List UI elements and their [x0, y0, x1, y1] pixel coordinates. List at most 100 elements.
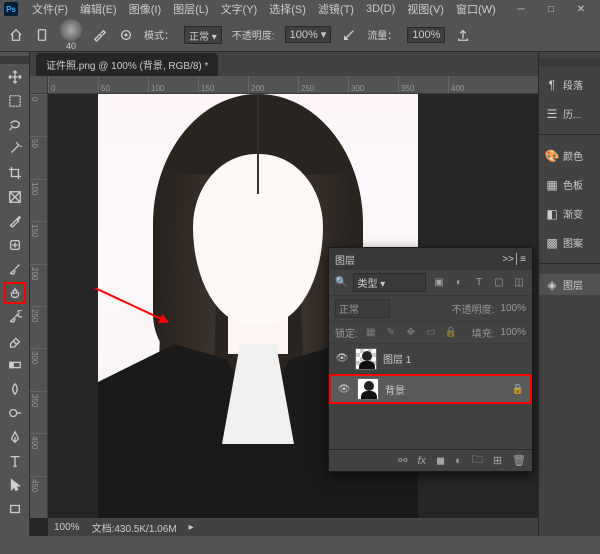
- brush-tool[interactable]: [4, 258, 26, 280]
- frame-tool[interactable]: [4, 186, 26, 208]
- panel-tab-gradients[interactable]: ◧渐变: [539, 203, 600, 224]
- right-panel-dock: ¶段落 ☰历... 🎨颜色 ▦色板 ◧渐变 ▩图案 ◈图层: [538, 52, 600, 536]
- home-icon[interactable]: [8, 27, 24, 43]
- panel-dock-expand[interactable]: [539, 58, 600, 66]
- history-brush-tool[interactable]: [4, 306, 26, 328]
- filter-shape-icon[interactable]: ▢: [492, 276, 506, 290]
- visibility-toggle-icon[interactable]: 👁: [335, 353, 349, 364]
- group-icon[interactable]: 🗀: [472, 451, 483, 470]
- zoom-level[interactable]: 100%: [54, 522, 80, 533]
- layer-opacity-value[interactable]: 100%: [500, 303, 526, 314]
- window-minimize[interactable]: ─: [506, 4, 536, 15]
- magic-wand-tool[interactable]: [4, 138, 26, 160]
- filter-pixel-icon[interactable]: ▣: [432, 276, 446, 290]
- layer-thumbnail[interactable]: [357, 378, 379, 400]
- layer-name[interactable]: 背景: [385, 382, 405, 397]
- type-tool[interactable]: [4, 450, 26, 472]
- share-icon[interactable]: [455, 27, 471, 43]
- menu-filter[interactable]: 滤镜(T): [312, 0, 360, 19]
- fill-label: 填充:: [472, 325, 495, 340]
- layer-mask-icon[interactable]: ◼: [436, 454, 445, 467]
- layers-icon: ◈: [545, 278, 559, 292]
- ruler-horizontal[interactable]: 050100150200250300350400: [48, 76, 538, 94]
- menu-image[interactable]: 图像(I): [123, 0, 167, 19]
- rectangle-tool[interactable]: [4, 498, 26, 520]
- layers-panel-footer: ⚯ fx ◼ ◐ 🗀 ⊞ 🗑: [329, 449, 532, 471]
- history-icon: ☰: [545, 107, 559, 121]
- brush-preview[interactable]: [60, 19, 82, 41]
- filter-adjust-icon[interactable]: ◐: [452, 276, 466, 290]
- panel-tab-layers[interactable]: ◈图层: [539, 274, 600, 295]
- layer-name[interactable]: 图层 1: [383, 351, 411, 366]
- opacity-value[interactable]: 100% ▾: [285, 26, 332, 43]
- pressure-opacity-icon[interactable]: [341, 27, 357, 43]
- layers-list: 👁 图层 1 👁 背景 🔒: [329, 344, 532, 449]
- tool-preset-icon[interactable]: [34, 27, 50, 43]
- blend-mode-select[interactable]: 正常 ▾: [184, 26, 222, 44]
- crop-tool[interactable]: [4, 162, 26, 184]
- menu-view[interactable]: 视图(V): [401, 0, 450, 19]
- lock-transparency-icon[interactable]: ▦: [364, 326, 378, 340]
- window-close[interactable]: ✕: [566, 4, 596, 15]
- filter-type-select[interactable]: 类型 ▾: [353, 273, 426, 292]
- visibility-toggle-icon[interactable]: 👁: [337, 384, 351, 395]
- flow-value[interactable]: 100%: [407, 27, 445, 43]
- eraser-tool[interactable]: [4, 330, 26, 352]
- delete-layer-icon[interactable]: 🗑: [512, 454, 526, 467]
- healing-brush-tool[interactable]: [4, 234, 26, 256]
- gradient-tool[interactable]: [4, 354, 26, 376]
- adjustment-layer-icon[interactable]: ◐: [455, 455, 462, 467]
- panel-tab-swatches[interactable]: ▦色板: [539, 174, 600, 195]
- menu-edit[interactable]: 编辑(E): [74, 0, 123, 19]
- toolbox-expand[interactable]: [0, 56, 29, 64]
- flow-label: 流量：: [367, 27, 397, 42]
- sample-icon[interactable]: [118, 27, 134, 43]
- layer-item[interactable]: 👁 图层 1: [329, 344, 532, 374]
- pen-tool[interactable]: [4, 426, 26, 448]
- layers-panel-header[interactable]: 图层 >>│≡: [329, 248, 532, 270]
- window-maximize[interactable]: □: [536, 4, 566, 15]
- menu-3d[interactable]: 3D(D): [360, 1, 401, 17]
- lock-artboard-icon[interactable]: ▭: [424, 326, 438, 340]
- move-tool[interactable]: [4, 66, 26, 88]
- options-bar: 40 模式： 正常 ▾ 不透明度: 100% ▾ 流量： 100%: [0, 18, 600, 52]
- lasso-tool[interactable]: [4, 114, 26, 136]
- panel-tab-color[interactable]: 🎨颜色: [539, 145, 600, 166]
- doc-size-label[interactable]: 文档:430.5K/1.06M: [92, 520, 177, 535]
- eyedropper-tool[interactable]: [4, 210, 26, 232]
- lock-icon: 🔒: [512, 384, 524, 395]
- filter-type-icon[interactable]: T: [472, 276, 486, 290]
- brush-settings-icon[interactable]: [92, 27, 108, 43]
- panel-tab-patterns[interactable]: ▩图案: [539, 232, 600, 253]
- ruler-vertical[interactable]: 050100150200250300350400450: [30, 94, 48, 518]
- marquee-tool[interactable]: [4, 90, 26, 112]
- menu-window[interactable]: 窗口(W): [450, 0, 502, 19]
- panel-menu-icon[interactable]: >>│≡: [502, 254, 526, 265]
- lock-image-icon[interactable]: ✎: [384, 326, 398, 340]
- filter-smart-icon[interactable]: ◫: [512, 276, 526, 290]
- layer-item-background[interactable]: 👁 背景 🔒: [329, 374, 532, 404]
- app-icon: Ps: [4, 2, 18, 16]
- menu-file[interactable]: 文件(F): [26, 0, 74, 19]
- layer-thumbnail[interactable]: [355, 348, 377, 370]
- menu-layer[interactable]: 图层(L): [167, 0, 214, 19]
- blur-tool[interactable]: [4, 378, 26, 400]
- fill-value[interactable]: 100%: [500, 327, 526, 338]
- new-layer-icon[interactable]: ⊞: [493, 454, 502, 467]
- menu-type[interactable]: 文字(Y): [215, 0, 264, 19]
- lock-position-icon[interactable]: ✥: [404, 326, 418, 340]
- link-layers-icon[interactable]: ⚯: [398, 454, 407, 467]
- ruler-origin[interactable]: [30, 76, 48, 94]
- lock-label: 锁定:: [335, 325, 358, 340]
- layer-blend-mode[interactable]: 正常: [335, 299, 390, 318]
- lock-all-icon[interactable]: 🔒: [444, 326, 458, 340]
- layer-style-icon[interactable]: fx: [417, 455, 426, 467]
- layers-panel: 图层 >>│≡ 🔍 类型 ▾ ▣ ◐ T ▢ ◫ 正常 不透明度: 100% 锁…: [328, 247, 533, 472]
- path-selection-tool[interactable]: [4, 474, 26, 496]
- panel-tab-paragraph[interactable]: ¶段落: [539, 74, 600, 95]
- menu-select[interactable]: 选择(S): [263, 0, 312, 19]
- panel-tab-history[interactable]: ☰历...: [539, 103, 600, 124]
- clone-stamp-tool[interactable]: [4, 282, 26, 304]
- document-tab[interactable]: 证件照.png @ 100% (背景, RGB/8) *: [36, 53, 218, 76]
- dodge-tool[interactable]: [4, 402, 26, 424]
